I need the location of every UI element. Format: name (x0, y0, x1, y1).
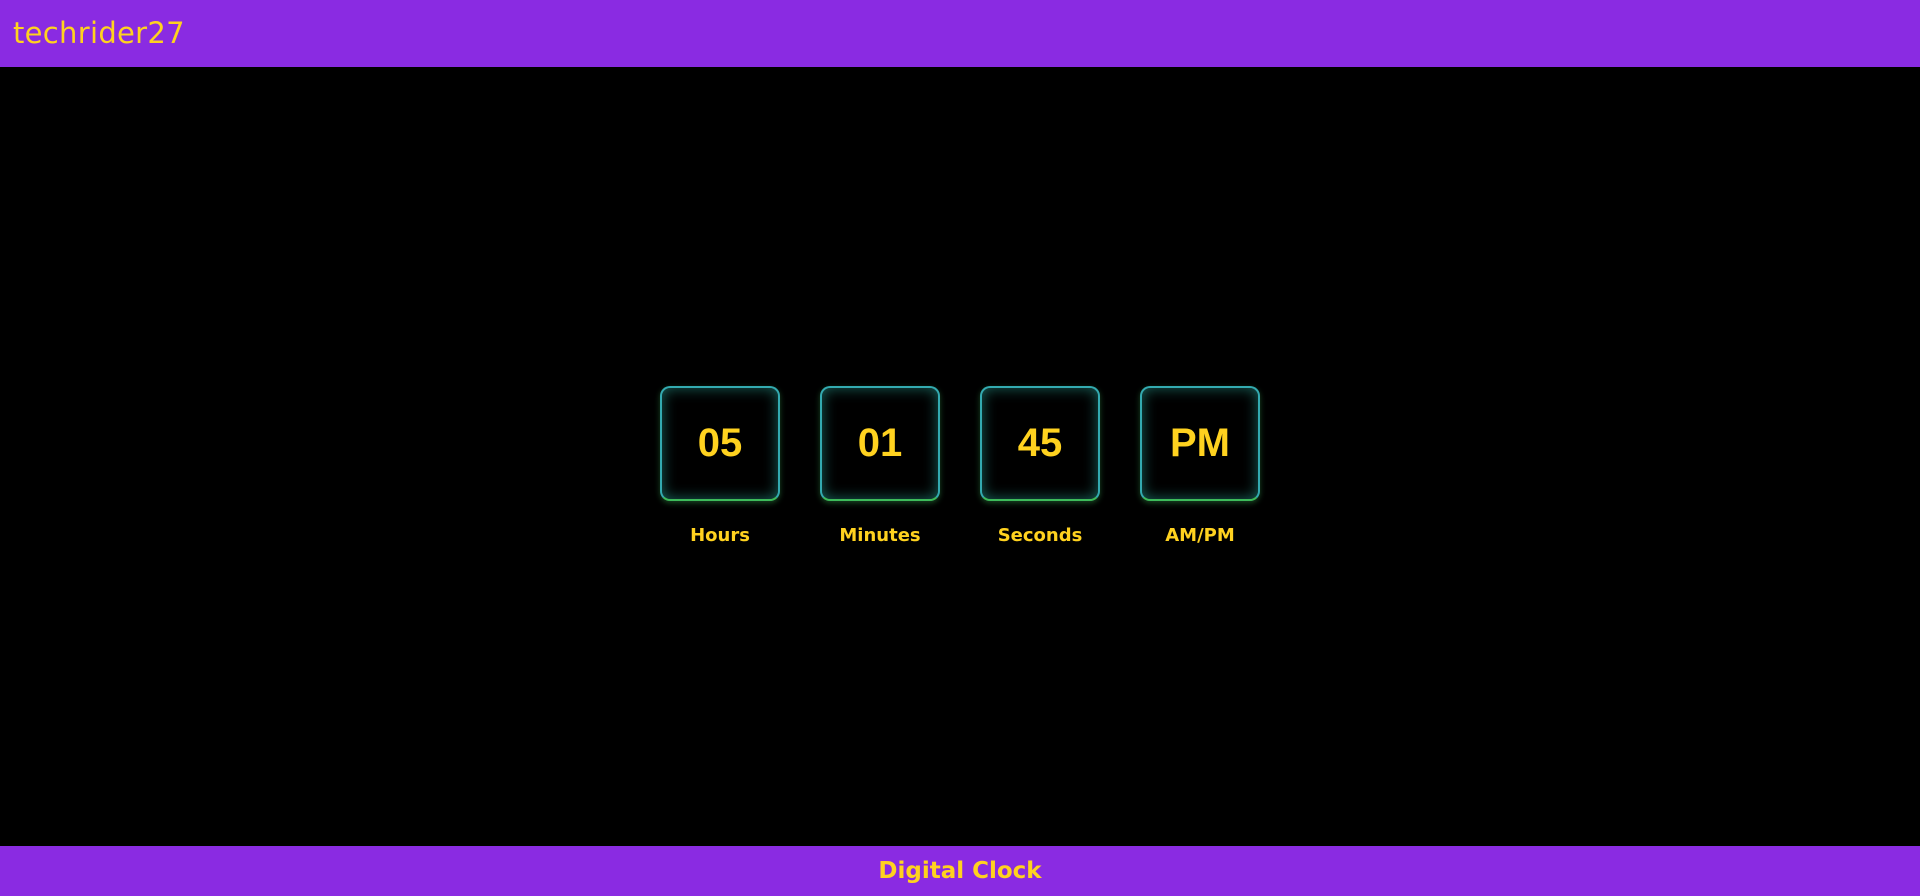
seconds-label: Seconds (997, 525, 1083, 546)
clock-unit-hours: 05 Hours (660, 386, 780, 546)
ampm-label: AM/PM (1165, 525, 1235, 546)
seconds-box: 45 (980, 386, 1100, 501)
minutes-label: Minutes (839, 525, 921, 546)
clock-unit-seconds: 45 Seconds (980, 386, 1100, 546)
top-navbar: techrider27 (0, 0, 1920, 67)
minutes-box: 01 (820, 386, 940, 501)
seconds-value: 45 (1017, 421, 1063, 465)
footer-bar: Digital Clock (0, 846, 1920, 896)
ampm-box: PM (1140, 386, 1260, 501)
footer-title: Digital Clock (878, 858, 1042, 884)
brand-logo-text[interactable]: techrider27 (13, 16, 185, 50)
clock-unit-minutes: 01 Minutes (820, 386, 940, 546)
clock-unit-ampm: PM AM/PM (1140, 386, 1260, 546)
hours-value: 05 (697, 421, 743, 465)
minutes-value: 01 (857, 421, 903, 465)
ampm-value: PM (1170, 421, 1230, 465)
hours-label: Hours (690, 525, 750, 546)
digital-clock: 05 Hours 01 Minutes 45 Seconds PM AM/PM (660, 386, 1260, 546)
hours-box: 05 (660, 386, 780, 501)
main-content: 05 Hours 01 Minutes 45 Seconds PM AM/PM (0, 67, 1920, 846)
